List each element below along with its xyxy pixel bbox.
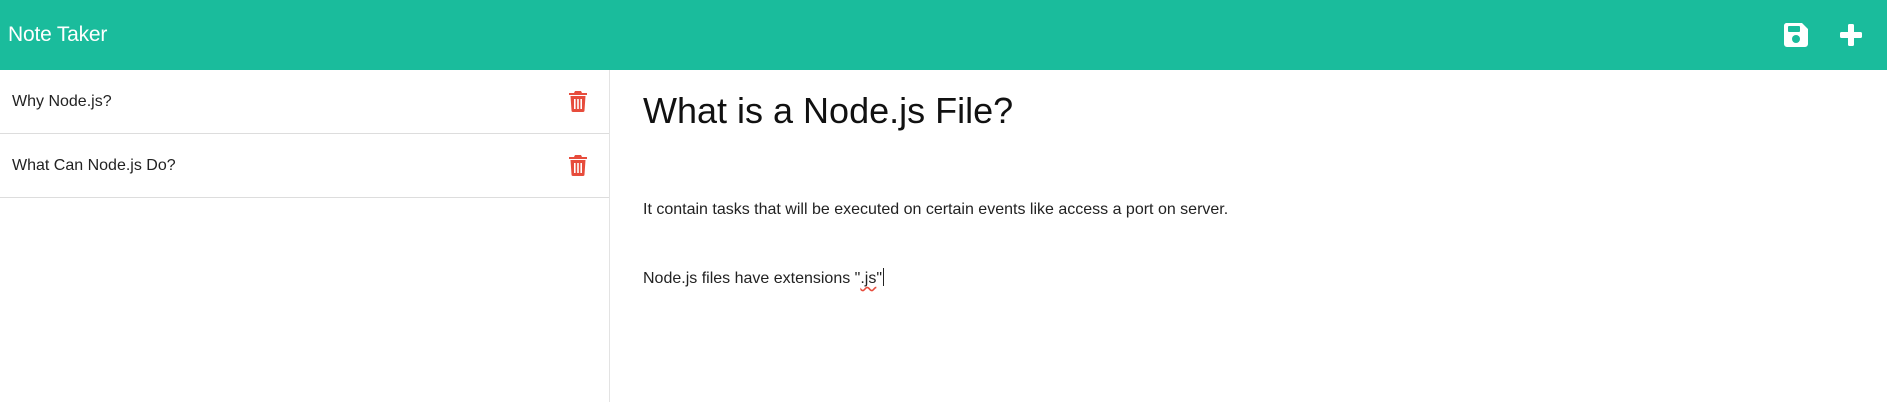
floppy-disk-icon: [1783, 23, 1808, 47]
delete-note-button[interactable]: [567, 90, 589, 114]
save-note-button[interactable]: [1776, 15, 1816, 55]
text-caret: [883, 268, 885, 286]
notes-sidebar: Why Node.js? What Can Node.js Do?: [0, 70, 610, 402]
note-list-title[interactable]: What Can Node.js Do?: [12, 157, 176, 175]
trash-icon: [569, 155, 587, 176]
new-note-button[interactable]: [1831, 15, 1871, 55]
nav-actions: [1776, 15, 1871, 55]
navbar: Note Taker: [0, 0, 1887, 70]
list-item[interactable]: What Can Node.js Do?: [0, 134, 609, 198]
spellcheck-word: .js: [860, 270, 877, 287]
list-item[interactable]: Why Node.js?: [0, 70, 609, 134]
note-list: Why Node.js? What Can Node.js Do?: [0, 70, 609, 198]
note-title-input[interactable]: [643, 88, 1543, 134]
note-body-textarea[interactable]: It contain tasks that will be executed o…: [643, 152, 1743, 336]
note-list-title[interactable]: Why Node.js?: [12, 93, 112, 111]
note-body-line: It contain tasks that will be executed o…: [643, 201, 1229, 218]
note-editor: It contain tasks that will be executed o…: [611, 70, 1887, 402]
note-body-text: Node.js files have extensions ": [643, 270, 861, 287]
brand-link[interactable]: Note Taker: [8, 23, 107, 47]
note-body-text: ": [876, 270, 883, 287]
delete-note-button[interactable]: [567, 154, 589, 178]
plus-icon: [1840, 24, 1862, 46]
note-body-line: Node.js files have extensions ".js": [643, 267, 1743, 290]
trash-icon: [569, 91, 587, 112]
